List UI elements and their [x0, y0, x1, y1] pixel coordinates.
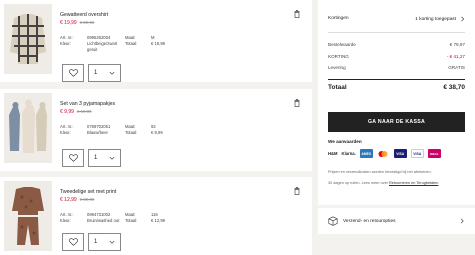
- quantity-value: 1: [94, 70, 98, 76]
- returns-note-text: 30 dagen op ruilen. Lees meer over: [328, 181, 388, 185]
- color-label: Kleur:: [60, 41, 71, 47]
- favorite-button[interactable]: [62, 233, 84, 251]
- package-icon: [328, 216, 338, 226]
- original-price: € 19,99: [76, 109, 92, 114]
- shipping-options-row[interactable]: Verzend- en retouropties: [318, 208, 475, 234]
- product-price: € 12,99 € 29,99: [60, 197, 94, 203]
- discounts-label: Kortingen: [328, 16, 349, 21]
- favorite-button[interactable]: [62, 149, 84, 167]
- trash-icon[interactable]: [294, 10, 300, 18]
- quantity-select[interactable]: 1: [88, 149, 121, 167]
- cart-item: Tweedelige set met print € 12,99 € 29,99 …: [0, 177, 312, 255]
- original-price: € 29,99: [79, 20, 95, 25]
- discount-value: - € 41,27: [446, 54, 465, 59]
- heart-icon: [68, 238, 78, 246]
- product-attributes: Art. nr.: 0769702051 Maat: 92 Kleur: Bla…: [60, 124, 163, 136]
- quantity-value: 1: [94, 239, 98, 245]
- total-value: € 19,99: [151, 41, 165, 47]
- chevron-right-icon: [460, 218, 464, 224]
- delivery-value: GRATIS: [448, 65, 465, 70]
- product-price: € 19,99 € 29,99: [60, 20, 94, 26]
- sale-price: € 9,99: [60, 109, 74, 115]
- payment-methods: H&M Klarna. AMEX VISA VISA iDEAL: [328, 149, 441, 158]
- returns-link[interactable]: Retourneren en Terugbetalen: [389, 181, 438, 185]
- trash-icon[interactable]: [294, 187, 300, 195]
- chevron-down-icon: [109, 156, 115, 160]
- divider: [328, 79, 465, 80]
- total-amount: € 38,70: [443, 84, 465, 91]
- quantity-select[interactable]: 1: [88, 64, 121, 82]
- order-value-label: Bestelwaarde: [328, 42, 356, 47]
- heart-icon: [68, 154, 78, 162]
- chevron-right-icon: [461, 16, 465, 22]
- total-label: Totaal:: [125, 218, 138, 224]
- trash-icon[interactable]: [294, 99, 300, 107]
- favorite-button[interactable]: [62, 64, 84, 82]
- hm-pay-logo: H&M: [328, 151, 338, 156]
- mastercard-logo: [376, 149, 390, 158]
- quantity-value: 1: [94, 155, 98, 161]
- visa-logo: VISA: [393, 149, 407, 158]
- klarna-logo: Klarna.: [341, 151, 356, 156]
- cart-item: Gewatteerd overshirt € 19,99 € 29,99 Art.…: [0, 0, 312, 82]
- color-value: Blauw/beer: [87, 130, 108, 136]
- color-label: Kleur:: [60, 130, 71, 136]
- product-image[interactable]: [4, 93, 52, 163]
- payment-methods-title: We aanvaarden: [328, 139, 362, 144]
- discounts-value: 1 korting toegepast: [415, 16, 456, 22]
- delivery-row: Levering GRATIS: [328, 65, 465, 70]
- chevron-down-icon: [109, 240, 115, 244]
- visa-electron-logo: VISA: [410, 149, 424, 158]
- order-summary: Kortingen 1 korting toegepast Bestelwaar…: [318, 0, 475, 205]
- color-label: Kleur:: [60, 218, 71, 224]
- delivery-label: Levering: [328, 65, 346, 70]
- product-price: € 9,99 € 19,99: [60, 109, 92, 115]
- original-price: € 29,99: [79, 197, 95, 202]
- total-value: € 12,99: [151, 218, 165, 224]
- returns-note: 30 dagen op ruilen. Lees meer over Retou…: [328, 181, 465, 186]
- divider: [328, 32, 465, 33]
- heart-icon: [68, 69, 78, 77]
- total-label: Totaal:: [125, 41, 138, 47]
- sale-price: € 12,99: [60, 197, 77, 203]
- ideal-logo: iDEAL: [427, 149, 441, 158]
- total-label: Totaal: [328, 84, 347, 91]
- product-name[interactable]: Set van 3 pyjamapakjes: [60, 101, 115, 107]
- product-attributes: Art. nr.: 0994731002 Maat: 116 Kleur: Br…: [60, 212, 165, 224]
- discounts-row[interactable]: Kortingen 1 korting toegepast: [328, 16, 465, 22]
- shipping-options-label: Verzend- en retouropties: [343, 218, 396, 224]
- color-value: Bruin/washed out: [87, 218, 120, 224]
- total-value: € 9,99: [151, 130, 163, 136]
- checkout-button[interactable]: GA NAAR DE KASSA: [328, 112, 465, 132]
- total-row: Totaal € 38,70: [328, 84, 465, 91]
- product-name[interactable]: Gewatteerd overshirt: [60, 12, 108, 18]
- product-attributes: Art. nr.: 0995262004 Maat: M Kleur: Lich…: [60, 35, 165, 54]
- product-name[interactable]: Tweedelige set met print: [60, 189, 116, 195]
- cart-items: Gewatteerd overshirt € 19,99 € 29,99 Art.…: [0, 0, 318, 255]
- order-value-row: Bestelwaarde € 79,97: [328, 42, 465, 47]
- price-note: Prijzen en verzendkosten worden bevestig…: [328, 170, 432, 174]
- total-label: Totaal:: [125, 130, 138, 136]
- discount-label: KORTING: [328, 54, 349, 59]
- product-image[interactable]: [4, 4, 52, 74]
- amex-logo: AMEX: [359, 149, 373, 158]
- discount-row: KORTING - € 41,27: [328, 54, 465, 59]
- cart-item: Set van 3 pyjamapakjes € 9,99 € 19,99 Art…: [0, 89, 312, 171]
- quantity-select[interactable]: 1: [88, 233, 121, 251]
- color-value: Lichtbeige/zwart geruit: [87, 41, 118, 53]
- chevron-down-icon: [109, 71, 115, 75]
- order-value: € 79,97: [449, 42, 465, 47]
- sale-price: € 19,99: [60, 20, 77, 26]
- product-image[interactable]: [4, 181, 52, 251]
